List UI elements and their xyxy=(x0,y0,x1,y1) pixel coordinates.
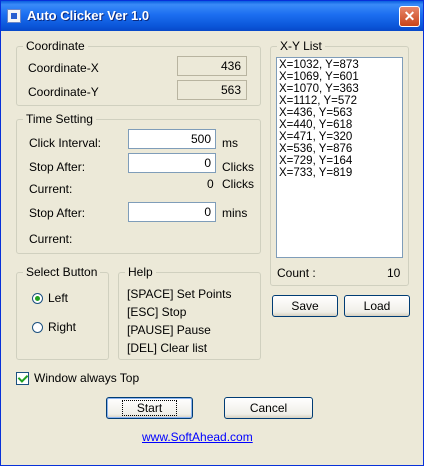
load-button[interactable]: Load xyxy=(344,295,410,317)
help-group-label: Help xyxy=(125,265,156,279)
help-line: [DEL] Clear list xyxy=(127,341,208,355)
list-item[interactable]: X=440, Y=618 xyxy=(279,119,400,131)
coordinate-x-value: 436 xyxy=(177,56,247,76)
count-label: Count : xyxy=(277,266,316,280)
select-button-group: Select Button Left Right xyxy=(16,265,109,360)
list-item[interactable]: X=733, Y=819 xyxy=(279,167,400,179)
help-line: [ESC] Stop xyxy=(127,305,187,319)
app-window: Auto Clicker Ver 1.0 ✕ Coordinate Coordi… xyxy=(0,0,424,466)
stop-after-mins-label: Stop After: xyxy=(29,206,86,220)
help-group: Help [SPACE] Set Points [ESC] Stop [PAUS… xyxy=(118,265,261,360)
list-item[interactable]: X=729, Y=164 xyxy=(279,155,400,167)
current-mins-label: Current: xyxy=(29,232,73,246)
list-item[interactable]: X=1032, Y=873 xyxy=(279,59,400,71)
select-button-group-label: Select Button xyxy=(23,265,101,279)
xy-list-group: X-Y List X=1032, Y=873 X=1069, Y=601 X=1… xyxy=(270,39,409,286)
stop-after-clicks-unit: Clicks xyxy=(222,160,254,174)
start-button[interactable]: Start xyxy=(106,397,193,419)
click-interval-label: Click Interval: xyxy=(29,136,102,150)
help-line: [PAUSE] Pause xyxy=(127,323,211,337)
xy-list-group-label: X-Y List xyxy=(277,39,325,53)
current-clicks-value: 0 xyxy=(207,177,214,191)
click-interval-unit: ms xyxy=(222,136,238,150)
left-button-radio[interactable] xyxy=(32,293,43,304)
list-item[interactable]: X=1070, Y=363 xyxy=(279,83,400,95)
window-always-top-checkbox[interactable] xyxy=(16,372,29,385)
close-icon: ✕ xyxy=(403,8,416,24)
right-button-label[interactable]: Right xyxy=(48,320,76,334)
left-button-label[interactable]: Left xyxy=(48,291,68,305)
time-setting-group-label: Time Setting xyxy=(23,112,96,126)
stop-after-clicks-input[interactable]: 0 xyxy=(128,153,216,173)
coordinate-group-label: Coordinate xyxy=(23,39,88,53)
click-interval-input[interactable]: 500 xyxy=(128,129,216,149)
save-button[interactable]: Save xyxy=(272,295,338,317)
coordinate-group: Coordinate Coordinate-X 436 Coordinate-Y… xyxy=(16,39,261,106)
list-item[interactable]: X=471, Y=320 xyxy=(279,131,400,143)
stop-after-mins-unit: mins xyxy=(222,206,248,220)
list-item[interactable]: X=1112, Y=572 xyxy=(279,95,400,107)
xy-listbox[interactable]: X=1032, Y=873 X=1069, Y=601 X=1070, Y=36… xyxy=(276,57,403,258)
window-always-top-label[interactable]: Window always Top xyxy=(34,371,139,385)
help-line: [SPACE] Set Points xyxy=(127,287,232,301)
close-button[interactable]: ✕ xyxy=(399,6,420,27)
list-item[interactable]: X=1069, Y=601 xyxy=(279,71,400,83)
coordinate-y-value: 563 xyxy=(177,80,247,100)
coordinate-x-label: Coordinate-X xyxy=(28,61,99,75)
right-button-radio[interactable] xyxy=(32,322,43,333)
current-clicks-label: Current: xyxy=(29,182,73,196)
list-item[interactable]: X=436, Y=563 xyxy=(279,107,400,119)
current-clicks-unit: Clicks xyxy=(222,177,254,191)
stop-after-clicks-label: Stop After: xyxy=(29,160,86,174)
stop-after-mins-input[interactable]: 0 xyxy=(128,202,216,222)
count-value: 10 xyxy=(387,266,401,280)
title-bar[interactable]: Auto Clicker Ver 1.0 ✕ xyxy=(1,1,423,31)
time-setting-group: Time Setting Click Interval: 500 ms Stop… xyxy=(16,112,261,254)
website-link[interactable]: www.SoftAhead.com xyxy=(142,430,253,444)
start-button-label: Start xyxy=(121,400,178,416)
coordinate-y-label: Coordinate-Y xyxy=(28,85,99,99)
window-title: Auto Clicker Ver 1.0 xyxy=(27,8,150,23)
cancel-button[interactable]: Cancel xyxy=(224,397,313,419)
app-icon xyxy=(7,9,21,23)
list-item[interactable]: X=536, Y=876 xyxy=(279,143,400,155)
